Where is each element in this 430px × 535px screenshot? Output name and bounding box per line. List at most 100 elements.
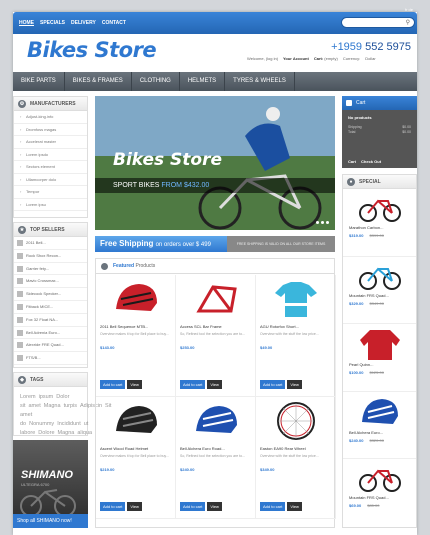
- cart-link[interactable]: Cart: [348, 159, 356, 164]
- cart-icon: [346, 100, 352, 106]
- search-icon[interactable]: ⚲: [406, 20, 410, 26]
- special-name[interactable]: Mountain FRS Quad...: [349, 293, 410, 298]
- slider-dot[interactable]: [316, 221, 319, 224]
- manufacturer-item[interactable]: Lorem ipsu: [14, 199, 87, 211]
- top-seller-item[interactable]: FTS/B...: [14, 352, 87, 365]
- top-seller-item[interactable]: Alexride FRE Quad...: [14, 339, 87, 353]
- search-input[interactable]: ⚲: [341, 17, 415, 28]
- nav-contact[interactable]: Contact: [102, 20, 126, 26]
- manufacturer-item[interactable]: Tempor: [14, 186, 87, 199]
- view-button[interactable]: View: [287, 380, 302, 389]
- special-price-old: $125.00: [369, 370, 384, 376]
- tag[interactable]: Dolore: [38, 430, 54, 436]
- nav-delivery[interactable]: Delivery: [71, 20, 96, 26]
- view-button[interactable]: View: [127, 380, 142, 389]
- view-button[interactable]: View: [287, 502, 302, 511]
- add-to-cart-button[interactable]: Add to cart: [180, 502, 206, 511]
- add-to-cart-button[interactable]: Add to cart: [180, 380, 206, 389]
- top-seller-item[interactable]: Sidecock Specker...: [14, 288, 87, 301]
- manufacturer-item[interactable]: Dromfoss magas: [14, 124, 87, 136]
- slider-caption: SPORT BIKES FROM $432.00: [113, 182, 209, 189]
- top-seller-item[interactable]: Rock Shox Recon...: [14, 250, 87, 263]
- view-button[interactable]: View: [207, 502, 222, 511]
- product-desc: Overview makes it top for Bell place to …: [100, 454, 169, 458]
- product-name[interactable]: 2011 Bell Sequence MTB...: [100, 324, 171, 329]
- account-link[interactable]: Your Account: [283, 56, 309, 61]
- special-name[interactable]: Bell Alchera Euro...: [349, 430, 410, 435]
- nav-home[interactable]: Home: [19, 20, 34, 26]
- manufacturer-item[interactable]: Sectors element: [14, 161, 87, 174]
- special-price: $100.00 $125.00: [349, 370, 410, 375]
- wheel-icon[interactable]: [271, 401, 321, 441]
- manufacturers-box: ⚙ Manufacturers Adjust-king.info Dromfoss…: [13, 96, 88, 218]
- manufacturer-item[interactable]: Ullamcorper dolo: [14, 174, 87, 186]
- red-jacket-icon[interactable]: [358, 328, 402, 361]
- mainnav-tyres-wheels[interactable]: Tyres & Wheels: [225, 72, 295, 91]
- view-button[interactable]: View: [207, 380, 222, 389]
- tag[interactable]: Magna: [44, 403, 61, 409]
- product-name[interactable]: Access SCL Bar Frame: [180, 324, 251, 329]
- tag[interactable]: Lorem: [20, 394, 36, 400]
- tag[interactable]: turpis: [64, 403, 77, 409]
- view-button[interactable]: View: [127, 502, 142, 511]
- mainnav-bikes-frames[interactable]: Bikes & Frames: [65, 72, 132, 91]
- mainnav-helmets[interactable]: Helmets: [180, 72, 226, 91]
- manufacturer-item[interactable]: Accelerat master: [14, 136, 87, 149]
- add-to-cart-button[interactable]: Add to cart: [260, 502, 286, 511]
- mainnav-bike-parts[interactable]: Bike Parts: [13, 72, 65, 91]
- tag[interactable]: Nonummy: [29, 421, 54, 427]
- manufacturer-item[interactable]: Adjust-king.info: [14, 111, 87, 124]
- product-name[interactable]: Bell Alchera Euro Road...: [180, 446, 251, 451]
- language-switcher[interactable]: fr de: [405, 7, 413, 12]
- special-name[interactable]: Mountain FRS Quad...: [349, 495, 410, 500]
- manufacturer-item[interactable]: Lorem ipsdo: [14, 149, 87, 161]
- tag[interactable]: ipsum: [39, 394, 54, 400]
- tag[interactable]: Incididunt: [57, 421, 81, 427]
- top-seller-item[interactable]: Mavic Crossmax...: [14, 275, 87, 289]
- phone-number: +1959 552 5975: [331, 41, 411, 53]
- add-to-cart-button[interactable]: Add to cart: [260, 380, 286, 389]
- tag[interactable]: Magna: [58, 430, 75, 436]
- red-helmet-icon[interactable]: [111, 279, 161, 319]
- cart-box: Cart No products Shipping $0.00 Total $0.0…: [342, 96, 417, 168]
- mainnav-clothing[interactable]: Clothing: [132, 72, 180, 91]
- tag[interactable]: aliqua: [77, 430, 92, 436]
- shimano-banner[interactable]: SHIMANO ULTEGRA 6700 Shop all SHIMANO no…: [13, 440, 88, 528]
- top-sellers-list: 2011 Bell... Rock Shox Recon... Garrier …: [14, 237, 87, 365]
- cart-summary[interactable]: Cart: (empty): [314, 56, 338, 61]
- special-name[interactable]: Pearl Quinn...: [349, 362, 410, 367]
- blue-helmet-icon[interactable]: [358, 396, 402, 428]
- checkout-link[interactable]: Check Out: [361, 159, 381, 164]
- red-bike-icon[interactable]: [358, 463, 402, 493]
- product-name[interactable]: Easton EA90 Rear Wheel: [260, 446, 331, 451]
- top-seller-item[interactable]: Garrier fety...: [14, 263, 87, 276]
- top-seller-item[interactable]: Fitback MICE...: [14, 301, 87, 314]
- currency-select[interactable]: Dollar: [365, 56, 375, 61]
- hero-slider[interactable]: Bikes Store SPORT BIKES FROM $432.00: [95, 96, 335, 230]
- jersey-icon[interactable]: [271, 279, 321, 319]
- tag[interactable]: amet: [29, 403, 41, 409]
- red-bike-icon[interactable]: [358, 193, 402, 223]
- product-name[interactable]: AGU Rotorfox Short...: [260, 324, 331, 329]
- top-seller-item[interactable]: Fox 32 Float NA...: [14, 314, 87, 327]
- special-price: $319.00 $399.00: [349, 233, 410, 238]
- product-price: $49.00: [260, 345, 273, 350]
- slider-dots[interactable]: [316, 221, 329, 224]
- black-helmet-icon[interactable]: [111, 401, 161, 441]
- welcome-link[interactable]: Welcome, (log in): [247, 56, 278, 61]
- top-seller-item[interactable]: 2011 Bell...: [14, 237, 87, 250]
- nav-specials[interactable]: Specials: [40, 20, 65, 26]
- top-seller-item[interactable]: Bell Adrenia Euro...: [14, 327, 87, 340]
- product-name[interactable]: Ascent Wood Road Helmet: [100, 446, 171, 451]
- logo[interactable]: Bikes Store: [27, 38, 157, 62]
- slider-dot[interactable]: [326, 221, 329, 224]
- bike-frame-icon[interactable]: [191, 279, 241, 319]
- shop-shimano-button[interactable]: Shop all SHIMANO now!: [13, 514, 88, 528]
- slider-dot[interactable]: [321, 221, 324, 224]
- currency-label: Currency:: [342, 56, 361, 61]
- blue-helmet-icon[interactable]: [191, 401, 241, 441]
- add-to-cart-button[interactable]: Add to cart: [100, 380, 126, 389]
- special-name[interactable]: Marathon Carbon...: [349, 225, 410, 230]
- add-to-cart-button[interactable]: Add to cart: [100, 502, 126, 511]
- blue-bike-icon[interactable]: [358, 261, 402, 291]
